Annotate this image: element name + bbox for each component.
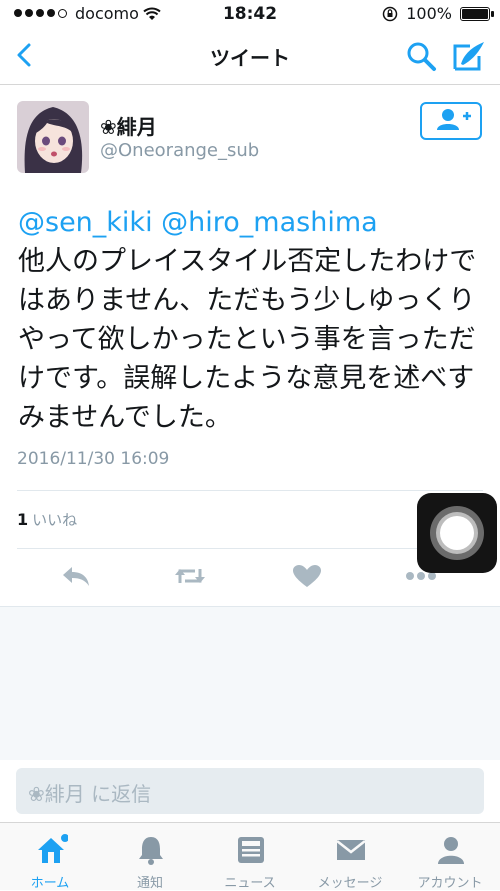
- battery-icon: [460, 6, 494, 21]
- envelope-icon: [336, 840, 366, 860]
- tweet-text: @sen_kiki @hiro_mashima 他人のプレイスタイル否定したわけ…: [18, 203, 488, 437]
- tab-news[interactable]: ニュース: [200, 829, 300, 891]
- display-name[interactable]: ❀緋月: [100, 111, 157, 140]
- divider: [17, 548, 483, 549]
- reply-icon[interactable]: [60, 563, 94, 589]
- tab-account[interactable]: アカウント: [400, 829, 500, 891]
- reply-placeholder: ❀緋月 に返信: [28, 782, 152, 806]
- mentions-line: @sen_kiki @hiro_mashima: [18, 203, 488, 242]
- follow-button[interactable]: [420, 102, 482, 140]
- assistive-touch-button[interactable]: [417, 493, 497, 573]
- avatar[interactable]: [17, 101, 89, 173]
- tweet-body: 他人のプレイスタイル否定したわけではありません、ただもう少しゆっくりやって欲しか…: [18, 246, 477, 433]
- tab-messages[interactable]: メッセージ: [300, 829, 400, 891]
- tab-label: メッセージ: [317, 876, 383, 891]
- like-label: いいね: [32, 511, 78, 529]
- retweet-icon[interactable]: [173, 563, 207, 589]
- tab-label: 通知: [136, 876, 163, 891]
- reply-input[interactable]: ❀緋月 に返信: [16, 768, 484, 814]
- tab-label: ホーム: [30, 876, 70, 891]
- battery-percent: 100%: [406, 4, 452, 23]
- divider: [17, 490, 483, 491]
- user-handle[interactable]: @Oneorange_sub: [100, 140, 259, 161]
- tab-label: アカウント: [417, 876, 483, 891]
- orientation-lock-icon: [383, 6, 398, 21]
- mention-link[interactable]: @sen_kiki: [18, 207, 153, 238]
- mention-link[interactable]: @hiro_mashima: [161, 207, 378, 238]
- news-icon: [238, 837, 264, 863]
- compose-tweet-icon[interactable]: [452, 40, 486, 72]
- like-count: 1: [17, 510, 29, 529]
- add-user-icon: [437, 109, 471, 130]
- tab-home[interactable]: ホーム: [0, 829, 100, 891]
- tab-bar: ホーム 通知 ニュース メッセージ アカウント: [0, 822, 500, 891]
- navigation-bar: ツイート: [0, 28, 500, 85]
- person-icon: [438, 837, 464, 864]
- search-icon[interactable]: [405, 40, 437, 72]
- like-stats[interactable]: 1 いいね: [17, 509, 77, 530]
- bell-icon: [139, 837, 163, 865]
- status-bar: docomo 18:42 100%: [0, 0, 500, 28]
- heart-icon[interactable]: [290, 563, 324, 589]
- tab-notifications[interactable]: 通知: [100, 829, 200, 891]
- home-icon: [38, 834, 68, 863]
- empty-replies-area: [0, 606, 500, 760]
- tab-label: ニュース: [224, 876, 276, 891]
- tweet-timestamp: 2016/11/30 16:09: [17, 449, 170, 469]
